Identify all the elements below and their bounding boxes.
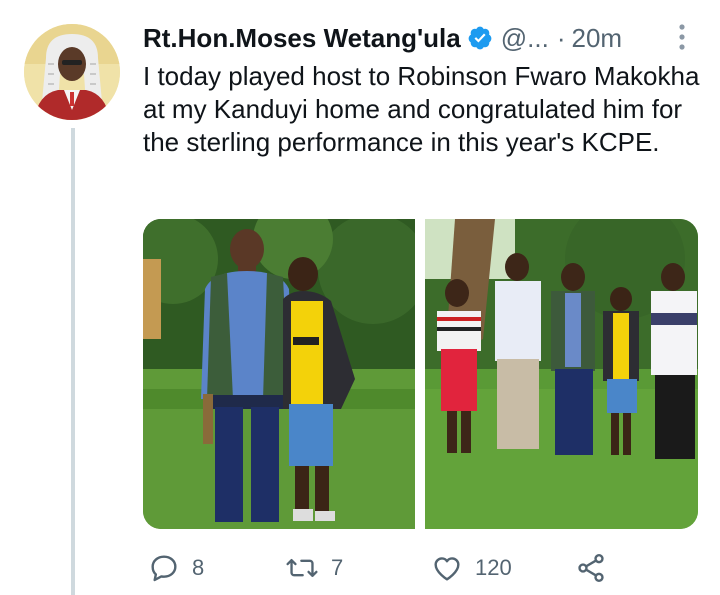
thread-line (71, 128, 75, 595)
reply-count: 8 (192, 555, 205, 580)
like-count: 120 (475, 555, 512, 580)
author-name[interactable]: Rt.Hon.Moses Wetang'ula (143, 23, 461, 54)
verified-badge-icon (468, 26, 492, 50)
retweet-count: 7 (331, 555, 344, 580)
photo-image (143, 219, 415, 529)
retweet-icon (286, 558, 318, 578)
retweet-button[interactable]: 7 (285, 548, 343, 588)
avatar-image (24, 24, 120, 120)
share-button[interactable] (575, 548, 607, 588)
tweet-header: Rt.Hon.Moses Wetang'ula @... · 20m (143, 20, 622, 56)
photo-image (425, 219, 698, 529)
author-handle[interactable]: @... (501, 23, 549, 54)
tweet-photo-1[interactable] (143, 219, 415, 529)
author-avatar[interactable] (24, 24, 120, 120)
tweet-media[interactable] (143, 219, 698, 529)
reply-button[interactable]: 8 (148, 548, 204, 588)
reply-icon (151, 555, 177, 582)
more-options-icon[interactable] (675, 22, 689, 52)
separator-dot: · (556, 22, 566, 53)
like-button[interactable]: 120 (431, 548, 512, 588)
tweet-photo-2[interactable] (425, 219, 698, 529)
share-icon (578, 554, 604, 582)
tweet-actions: 8 7 120 (143, 548, 613, 588)
tweet-text: I today played host to Robinson Fwaro Ma… (143, 61, 700, 157)
heart-icon (434, 557, 460, 581)
tweet-timestamp[interactable]: 20m (571, 23, 622, 54)
